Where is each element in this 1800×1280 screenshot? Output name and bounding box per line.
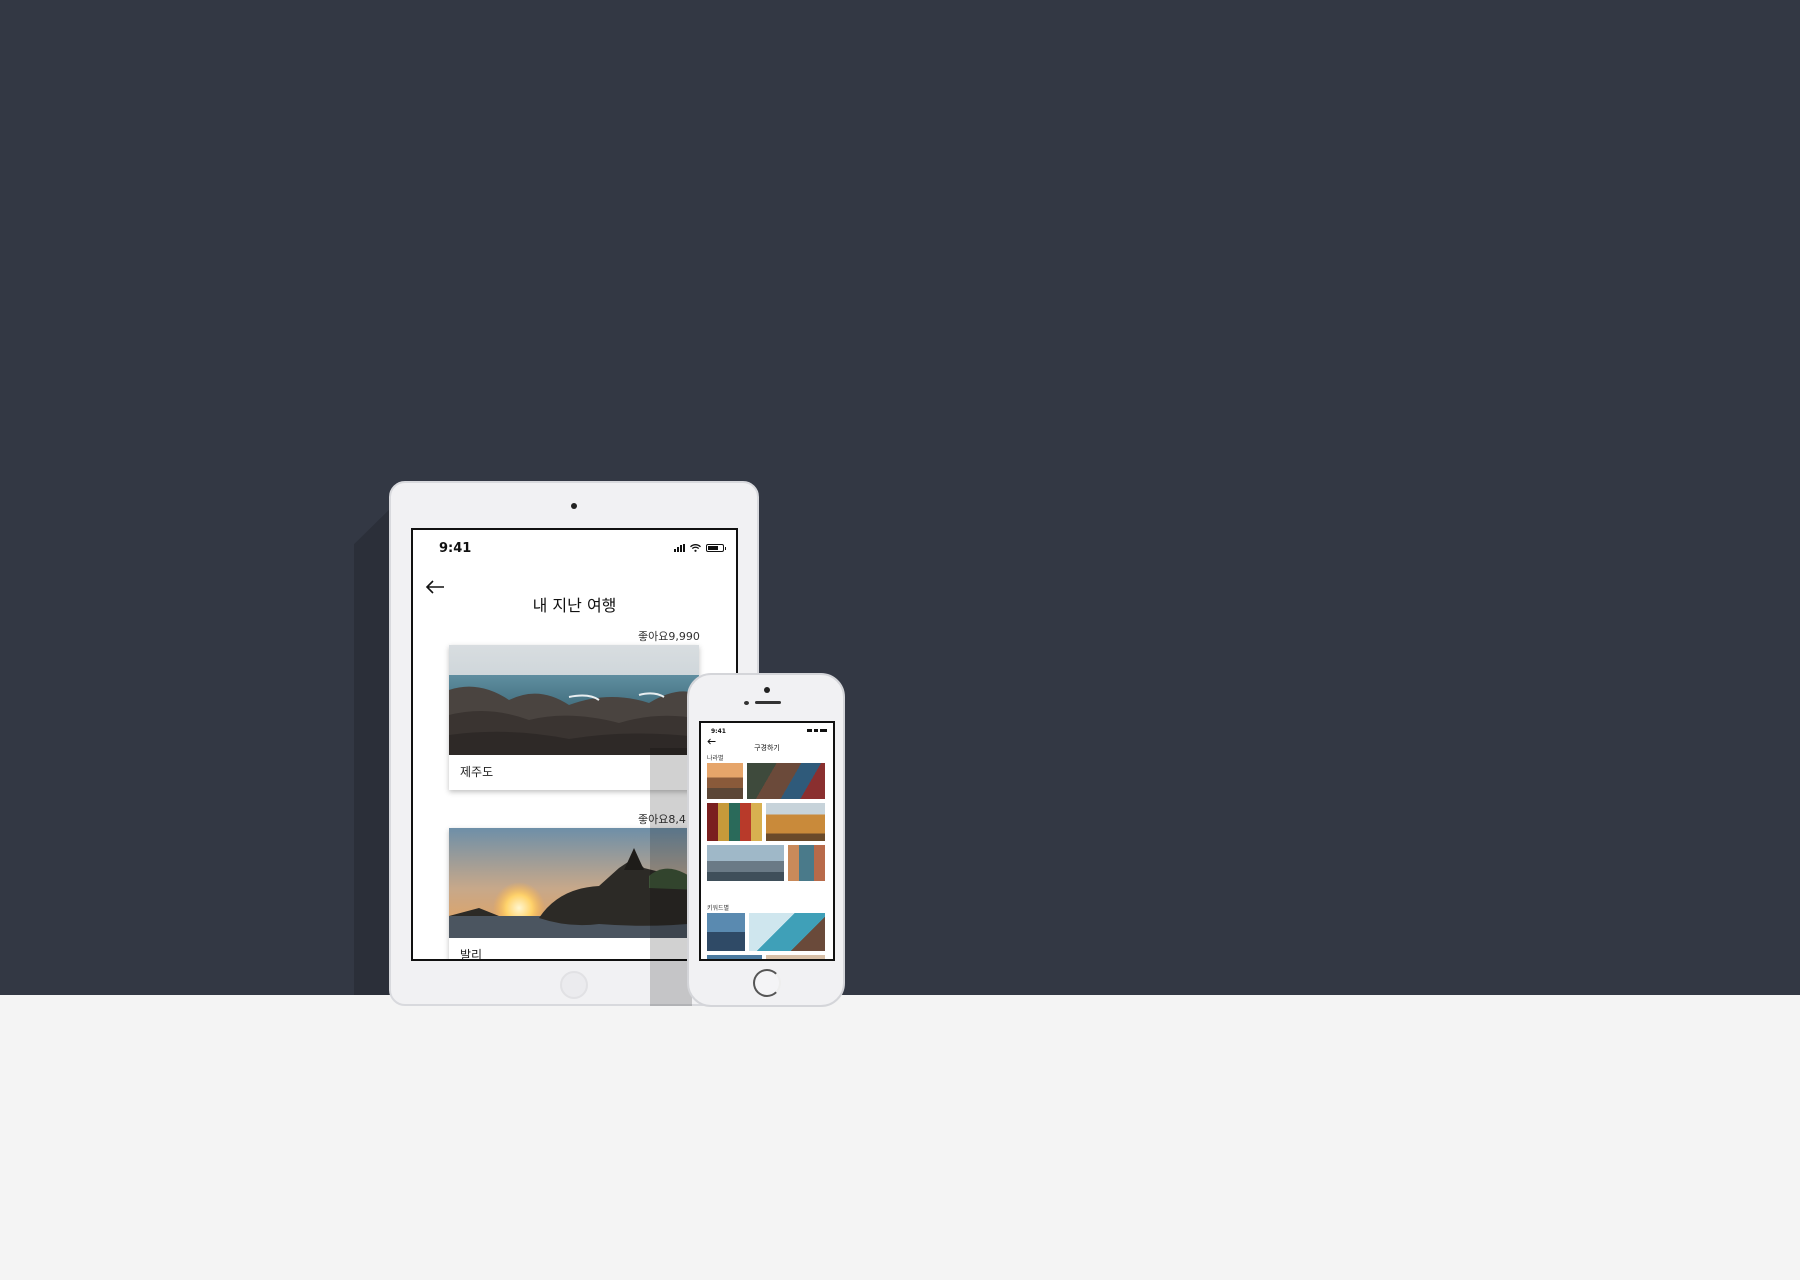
dark-backdrop (0, 0, 1800, 995)
trip-name-jeju: 제주도 (460, 765, 494, 779)
wifi-icon (814, 729, 818, 732)
phone-screen: 9:41 구경하기 나라별 키워드별 (699, 721, 835, 961)
photo-thumb[interactable] (766, 955, 825, 959)
phone-shadow (650, 748, 692, 1006)
phone-device: 9:41 구경하기 나라별 키워드별 (687, 673, 845, 1007)
phone-sensor (744, 701, 749, 705)
battery-icon (820, 729, 827, 732)
photo-thumb[interactable] (707, 763, 743, 799)
photo-thumb[interactable] (707, 845, 784, 881)
status-icons (674, 544, 726, 552)
tablet-shadow (354, 505, 394, 995)
phone-page-title: 구경하기 (754, 744, 780, 752)
phone-status-time: 9:41 (711, 728, 726, 735)
battery-icon (706, 544, 726, 552)
home-button-icon[interactable] (560, 971, 588, 999)
status-time: 9:41 (439, 541, 472, 556)
photo-thumb[interactable] (766, 803, 825, 841)
page-title: 내 지난 여행 (532, 596, 617, 615)
phone-speaker (755, 701, 781, 704)
photo-thumb[interactable] (707, 913, 745, 951)
photo-thumb[interactable] (707, 955, 762, 959)
home-button-icon[interactable] (753, 969, 781, 997)
photo-thumb[interactable] (747, 763, 825, 799)
section-label-keyword: 키워드별 (707, 905, 730, 912)
trip-photo-jeju (449, 645, 699, 755)
signal-icon (674, 544, 685, 552)
trip-likes: 좋아요9,990 (638, 630, 700, 643)
light-floor (0, 995, 1800, 1280)
section-label-country: 나라별 (707, 755, 724, 762)
photo-thumb[interactable] (707, 803, 762, 841)
photo-thumb[interactable] (788, 845, 825, 881)
tablet-camera-icon (571, 503, 577, 509)
signal-icon (807, 729, 812, 732)
trip-name-bali: 발리 (460, 948, 483, 961)
photo-thumb[interactable] (749, 913, 825, 951)
wifi-icon (690, 544, 701, 552)
phone-camera-icon (764, 687, 770, 693)
status-bar: 9:41 (413, 530, 736, 566)
phone-status-icons (807, 729, 827, 732)
